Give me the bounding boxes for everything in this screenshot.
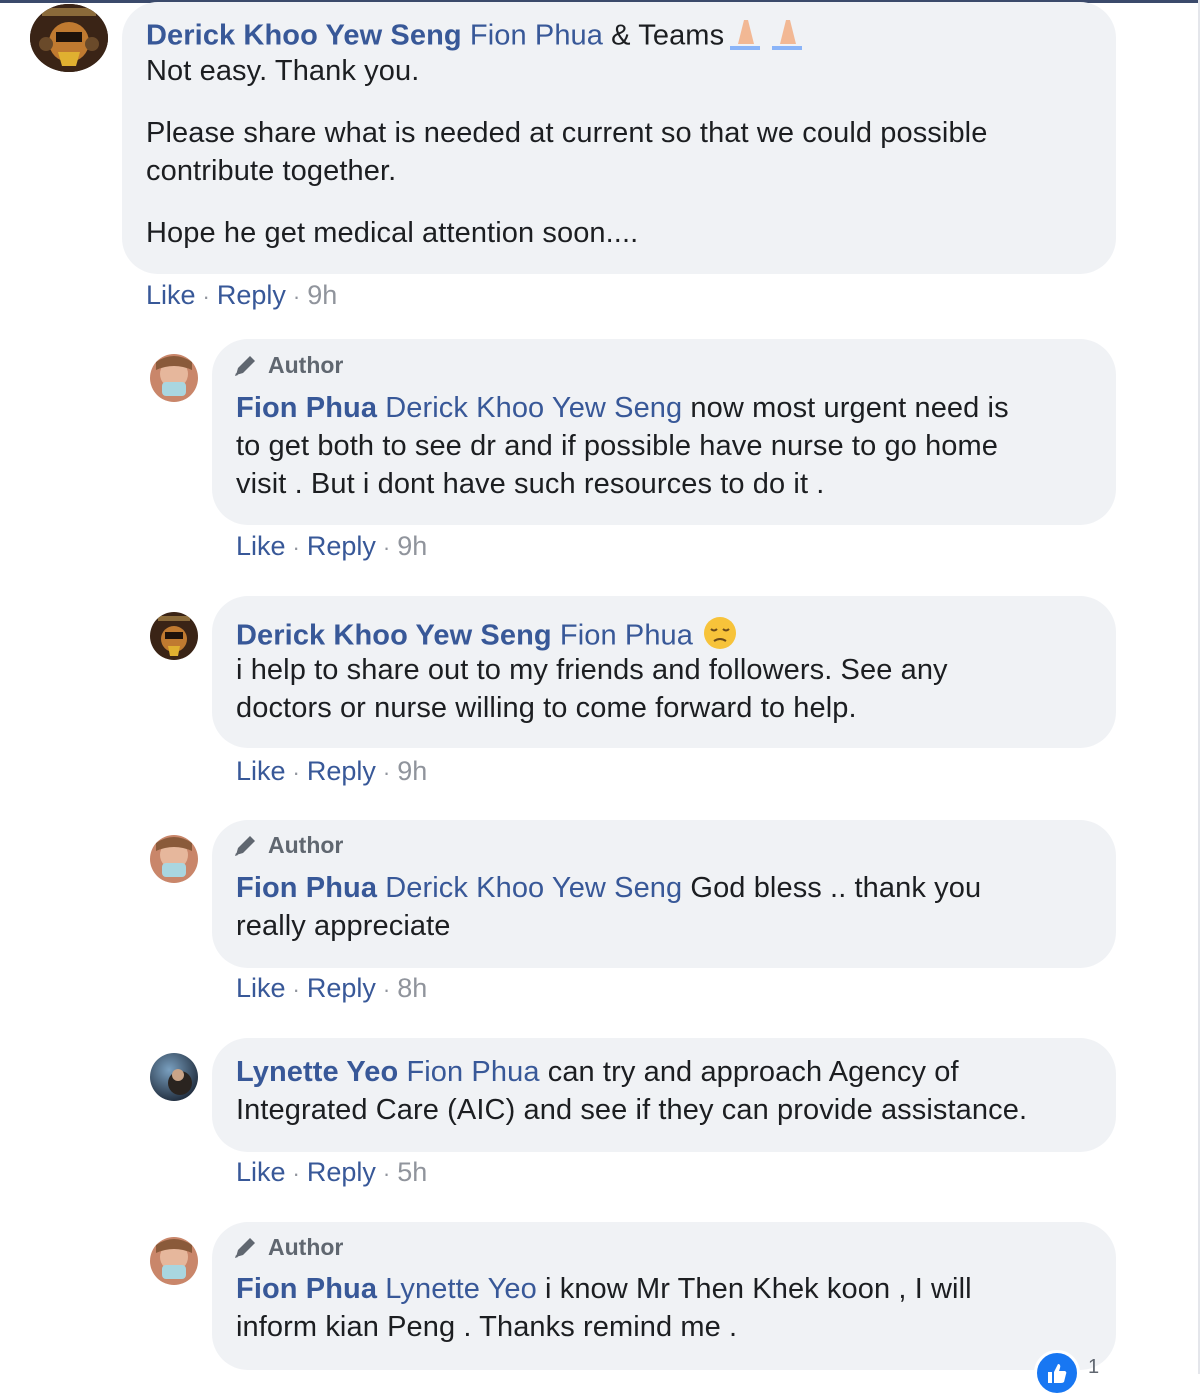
avatar[interactable] (150, 354, 198, 402)
pensive-face-icon (701, 616, 739, 658)
avatar-image-icon (150, 612, 198, 660)
comment-author[interactable]: Fion Phua (236, 872, 377, 904)
timestamp[interactable]: 5h (397, 1157, 427, 1187)
comment-text: really appreciate (236, 910, 451, 942)
mentioned-user[interactable]: Derick Khoo Yew Seng (385, 872, 682, 904)
like-link[interactable]: Like (236, 531, 286, 561)
reply-link[interactable]: Reply (307, 531, 376, 561)
author-badge: Author (232, 351, 343, 379)
reply-link[interactable]: Reply (217, 280, 286, 310)
like-link[interactable]: Like (236, 973, 286, 1003)
comment-text: can try and approach Agency of (539, 1056, 959, 1088)
like-link[interactable]: Like (236, 756, 286, 786)
author-badge: Author (232, 1233, 343, 1261)
like-link[interactable]: Like (146, 280, 196, 310)
mentioned-user[interactable]: Lynette Yeo (385, 1273, 537, 1305)
reaction-count[interactable]: 1 (1088, 1356, 1099, 1379)
author-badge-label: Author (268, 831, 344, 858)
comment-line: Lynette Yeo Fion Phua can try and approa… (236, 1056, 959, 1089)
mentioned-user[interactable]: Fion Phua (470, 20, 603, 52)
author-badge-label: Author (268, 351, 344, 378)
comment-author[interactable]: Fion Phua (236, 392, 377, 424)
comment-author[interactable]: Lynette Yeo (236, 1056, 398, 1088)
comment-text: contribute together. (146, 155, 397, 187)
comment-text: to get both to see dr and if possible ha… (236, 430, 999, 462)
comment-text: God bless .. thank you (682, 872, 982, 904)
timestamp[interactable]: 8h (397, 973, 427, 1003)
comment-actions: Like · Reply · 9h (236, 531, 428, 561)
mentioned-user[interactable]: Fion Phua (560, 620, 693, 652)
comment-line: Fion Phua Derick Khoo Yew Seng now most … (236, 392, 1009, 425)
avatar-image-icon (150, 1237, 198, 1285)
comment-text: & Teams (603, 19, 725, 52)
avatar[interactable] (30, 4, 108, 72)
comment-text: inform kian Peng . Thanks remind me . (236, 1311, 738, 1343)
timestamp[interactable]: 9h (397, 531, 427, 561)
avatar[interactable] (150, 835, 198, 883)
avatar-image-icon (150, 835, 198, 883)
like-link[interactable]: Like (236, 1157, 286, 1187)
comment-line: Fion Phua Derick Khoo Yew Seng God bless… (236, 872, 981, 905)
timestamp[interactable]: 9h (397, 756, 427, 786)
comment-text: Integrated Care (AIC) and see if they ca… (236, 1094, 1028, 1126)
comment-text: Hope he get medical attention soon.... (146, 217, 639, 249)
comment-text: i know Mr Then Khek koon , I will (536, 1273, 972, 1305)
like-reaction-icon[interactable] (1034, 1350, 1080, 1396)
comment-text: doctors or nurse willing to come forward… (236, 692, 857, 724)
pencil-icon (235, 1238, 255, 1258)
avatar-image-icon (30, 4, 108, 72)
comment-text: now most urgent need is (682, 392, 1009, 424)
reply-link[interactable]: Reply (307, 973, 376, 1003)
timestamp[interactable]: 9h (307, 280, 337, 310)
comment-text: visit . But i dont have such resources t… (236, 468, 825, 500)
comment-author[interactable]: Derick Khoo Yew Seng (146, 20, 462, 52)
comment-author[interactable]: Fion Phua (236, 1273, 377, 1305)
comment-text: Not easy. Thank you. (146, 55, 420, 87)
comment-author[interactable]: Derick Khoo Yew Seng (236, 620, 552, 652)
comment-actions: Like · Reply · 8h (236, 973, 428, 1003)
comment-line: Derick Khoo Yew Seng Fion Phua & Teams (146, 16, 808, 58)
comment-actions: Like · Reply · 9h (146, 280, 338, 310)
folded-hands-icon (724, 16, 808, 58)
avatar-image-icon (150, 1053, 198, 1101)
mentioned-user[interactable]: Fion Phua (406, 1056, 539, 1088)
avatar[interactable] (150, 1237, 198, 1285)
comment-actions: Like · Reply · 9h (236, 756, 428, 786)
author-badge-label: Author (268, 1233, 344, 1260)
comment-line: Fion Phua Lynette Yeo i know Mr Then Khe… (236, 1273, 972, 1306)
comment-text: i help to share out to my friends and fo… (236, 654, 948, 686)
avatar[interactable] (150, 1053, 198, 1101)
comment-line: Derick Khoo Yew Seng Fion Phua (236, 616, 739, 658)
pencil-icon (235, 356, 255, 376)
mentioned-user[interactable]: Derick Khoo Yew Seng (385, 392, 682, 424)
avatar[interactable] (150, 612, 198, 660)
comment-text: Please share what is needed at current s… (146, 117, 988, 149)
pencil-icon (235, 836, 255, 856)
comment-actions: Like · Reply · 5h (236, 1157, 428, 1187)
reply-link[interactable]: Reply (307, 1157, 376, 1187)
avatar-image-icon (150, 354, 198, 402)
reply-link[interactable]: Reply (307, 756, 376, 786)
author-badge: Author (232, 831, 343, 859)
